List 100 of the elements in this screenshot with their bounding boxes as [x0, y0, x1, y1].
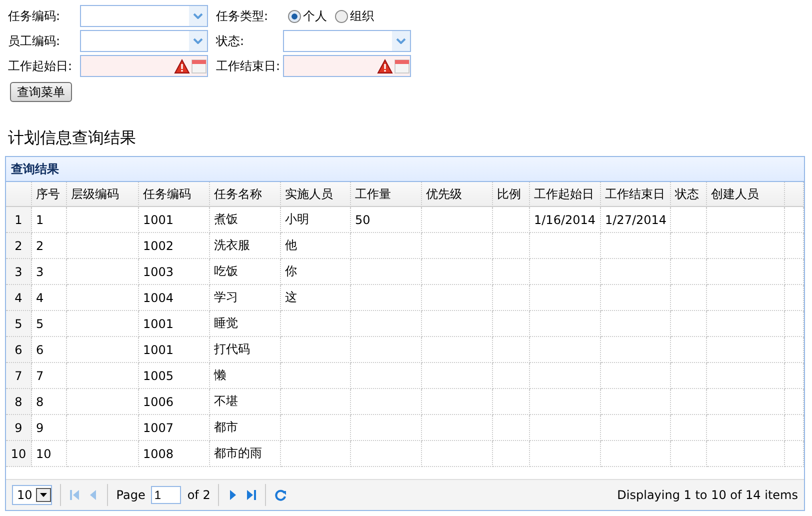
table-cell: 1/27/2014	[601, 207, 671, 233]
column-header[interactable]: 工作结束日	[601, 182, 671, 207]
table-cell: 1004	[139, 285, 210, 311]
empty-cell	[281, 415, 351, 441]
pager-info: Displaying 1 to 10 of 14 items	[617, 488, 798, 502]
column-header[interactable]: 任务名称	[210, 182, 281, 207]
table-cell: 1001	[139, 311, 210, 337]
row-number: 6	[6, 337, 32, 363]
empty-cell	[530, 337, 601, 363]
column-header[interactable]: 工作起始日	[530, 182, 601, 207]
last-page-icon[interactable]	[245, 489, 258, 501]
chevron-down-icon[interactable]	[193, 13, 203, 19]
combo-field[interactable]	[80, 30, 208, 52]
column-header[interactable]: 优先级	[422, 182, 493, 207]
column-header[interactable]: 任务编码	[139, 182, 210, 207]
field-label: 工作结束日:	[216, 58, 282, 74]
empty-cell	[530, 415, 601, 441]
empty-cell	[351, 415, 422, 441]
empty-cell	[671, 311, 707, 337]
empty-cell	[601, 311, 671, 337]
filler-cell	[785, 207, 804, 233]
column-header[interactable]: 实施人员	[281, 182, 351, 207]
header-corner	[6, 182, 32, 207]
empty-cell	[281, 311, 351, 337]
dropdown-icon[interactable]	[36, 488, 52, 502]
empty-cell	[601, 259, 671, 285]
query-button[interactable]: 查询菜单	[10, 82, 72, 102]
empty-cell	[67, 363, 139, 389]
table-cell: 2	[32, 233, 67, 259]
radio-option[interactable]: 组织	[335, 8, 374, 24]
empty-cell	[671, 285, 707, 311]
empty-cell	[281, 337, 351, 363]
empty-cell	[671, 207, 707, 233]
empty-cell	[530, 363, 601, 389]
filler-cell	[785, 363, 804, 389]
empty-cell	[351, 363, 422, 389]
table-cell: 3	[32, 259, 67, 285]
empty-cell	[422, 285, 493, 311]
section-heading: 计划信息查询结果	[8, 128, 137, 149]
empty-cell	[530, 233, 601, 259]
page-input[interactable]: 1	[151, 486, 182, 504]
table-cell: 打代码	[210, 337, 281, 363]
column-header[interactable]: 层级编码	[67, 182, 139, 207]
empty-cell	[493, 311, 530, 337]
radio-option[interactable]: 个人	[288, 8, 327, 24]
empty-cell	[530, 311, 601, 337]
row-number: 10	[6, 441, 32, 467]
table-cell: 1007	[139, 415, 210, 441]
combo-field[interactable]	[80, 5, 208, 27]
empty-cell	[281, 441, 351, 467]
empty-cell	[601, 363, 671, 389]
field-label: 员工编码:	[8, 32, 62, 50]
empty-cell	[493, 363, 530, 389]
empty-cell	[351, 259, 422, 285]
page-size-select[interactable]: 10	[12, 485, 52, 505]
row-number: 5	[6, 311, 32, 337]
empty-cell	[67, 259, 139, 285]
empty-cell	[351, 285, 422, 311]
chevron-down-icon[interactable]	[193, 38, 203, 44]
table-cell: 6	[32, 337, 67, 363]
date-field[interactable]	[283, 55, 411, 77]
field-label: 状态:	[216, 32, 246, 50]
page-label: Page	[116, 488, 146, 502]
empty-cell	[351, 337, 422, 363]
empty-cell	[351, 441, 422, 467]
warning-icon	[174, 58, 190, 74]
empty-cell	[422, 441, 493, 467]
table-cell: 10	[32, 441, 67, 467]
table-cell: 5	[32, 311, 67, 337]
column-header[interactable]: 工作量	[351, 182, 422, 207]
column-header[interactable]: 状态	[671, 182, 707, 207]
empty-cell	[601, 233, 671, 259]
combo-field[interactable]	[283, 30, 411, 52]
table-cell: 睡觉	[210, 311, 281, 337]
calendar-icon[interactable]	[191, 58, 207, 74]
table-cell: 1001	[139, 337, 210, 363]
column-header[interactable]: 比例	[493, 182, 530, 207]
empty-cell	[67, 233, 139, 259]
column-header[interactable]: 创建人员	[707, 182, 785, 207]
empty-cell	[601, 389, 671, 415]
row-number: 3	[6, 259, 32, 285]
calendar-icon[interactable]	[394, 58, 410, 74]
first-page-icon[interactable]	[69, 489, 82, 501]
chevron-down-icon[interactable]	[396, 38, 406, 44]
empty-cell	[601, 441, 671, 467]
empty-cell	[671, 389, 707, 415]
table-cell: 1006	[139, 389, 210, 415]
refresh-icon[interactable]	[274, 488, 288, 502]
date-field[interactable]	[80, 55, 208, 77]
empty-cell	[601, 415, 671, 441]
column-header[interactable]: 序号	[32, 182, 67, 207]
empty-cell	[422, 389, 493, 415]
table-cell: 1003	[139, 259, 210, 285]
warning-icon	[377, 58, 393, 74]
table-cell: 小明	[281, 207, 351, 233]
empty-cell	[422, 311, 493, 337]
empty-cell	[493, 389, 530, 415]
empty-cell	[67, 441, 139, 467]
filler-cell	[785, 233, 804, 259]
empty-cell	[422, 337, 493, 363]
